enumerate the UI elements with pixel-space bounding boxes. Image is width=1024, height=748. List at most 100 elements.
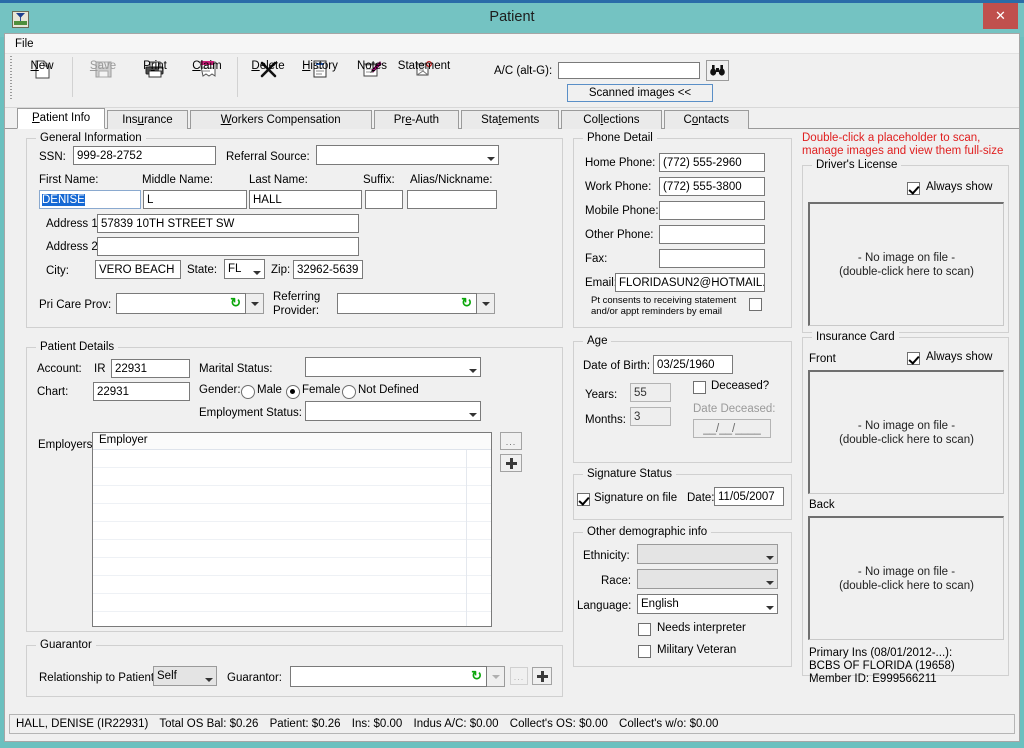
zip-label: Zip: — [271, 264, 290, 276]
guarantor-combo[interactable]: ↻ — [290, 666, 505, 687]
account-input[interactable]: 22931 — [111, 359, 190, 378]
window-top-accent — [0, 0, 1024, 3]
relationship-select[interactable]: Self — [153, 666, 217, 686]
mobile-phone-input[interactable] — [659, 201, 765, 220]
tab-insurance[interactable]: Insurance — [107, 110, 188, 129]
tab-patient-info[interactable]: Patient Info — [17, 108, 105, 129]
close-button[interactable]: ✕ — [983, 3, 1018, 29]
city-input[interactable]: VERO BEACH — [95, 260, 181, 279]
marital-status-select[interactable] — [305, 357, 481, 377]
list-item[interactable] — [93, 540, 491, 558]
menu-item-file[interactable]: File — [5, 36, 42, 52]
gender-radio-not-defined[interactable] — [342, 385, 356, 399]
insurance-front-placeholder-line1: - No image on file - — [858, 419, 955, 433]
state-select[interactable]: FL — [224, 259, 265, 279]
statement-button[interactable]: Statement — [398, 54, 450, 80]
tab-collections[interactable]: Collections — [561, 110, 661, 129]
gender-radio-male[interactable] — [241, 385, 255, 399]
signature-on-file-checkbox[interactable] — [577, 493, 590, 506]
dob-input[interactable]: 03/25/1960 — [653, 355, 733, 374]
tab-statements[interactable]: Statements — [461, 110, 559, 129]
scanned-images-button[interactable]: Scanned images << — [567, 84, 713, 102]
list-item[interactable] — [93, 486, 491, 504]
history-button[interactable]: History — [294, 54, 346, 80]
drivers-license-always-show-checkbox[interactable] — [907, 182, 920, 195]
ssn-input[interactable]: 999-28-2752 — [73, 146, 216, 165]
chevron-down-icon[interactable] — [246, 293, 264, 314]
refresh-icon[interactable]: ↻ — [461, 296, 472, 310]
employers-add-button[interactable] — [500, 454, 522, 472]
deceased-checkbox[interactable] — [693, 381, 706, 394]
ethnicity-select[interactable] — [637, 544, 778, 564]
toolbar-grip[interactable] — [8, 56, 14, 100]
employers-listbox[interactable]: Employer — [92, 432, 492, 627]
list-item[interactable] — [93, 612, 491, 627]
save-button[interactable]: Save — [77, 54, 129, 80]
race-select[interactable] — [637, 569, 778, 589]
tab-pre-auth[interactable]: Pre-Auth — [374, 110, 459, 129]
referral-source-select[interactable] — [316, 145, 499, 165]
tab-contacts[interactable]: Contacts — [664, 110, 749, 129]
first-name-input[interactable]: DENISE — [39, 190, 141, 209]
guarantor-add-button[interactable] — [532, 667, 552, 685]
email-consent-label-line1: Pt consents to receiving statement — [591, 295, 736, 306]
list-item[interactable] — [93, 504, 491, 522]
chevron-down-icon[interactable] — [487, 666, 505, 687]
military-veteran-label: Military Veteran — [657, 644, 736, 656]
email-input[interactable]: FLORIDASUN2@HOTMAIL.COI — [615, 273, 765, 292]
employment-status-select[interactable] — [305, 401, 481, 421]
middle-name-input[interactable]: L — [143, 190, 247, 209]
refresh-icon[interactable]: ↻ — [230, 296, 241, 310]
work-phone-input[interactable]: (772) 555-3800 — [659, 177, 765, 196]
status-ins: Ins: $0.00 — [352, 718, 403, 730]
list-item[interactable] — [93, 522, 491, 540]
ac-input[interactable] — [558, 62, 700, 79]
guarantor-ellipsis-button[interactable]: ... — [510, 667, 528, 685]
last-name-input[interactable]: HALL — [249, 190, 362, 209]
zip-input[interactable]: 32962-5639 — [293, 260, 363, 279]
claim-button[interactable]: Claim — [181, 54, 233, 80]
list-item[interactable] — [93, 594, 491, 612]
guarantor-field[interactable]: ↻ — [290, 666, 487, 687]
referring-provider-combo[interactable]: ↻ — [337, 293, 495, 314]
military-veteran-checkbox[interactable] — [638, 645, 651, 658]
language-select[interactable]: English — [637, 594, 778, 614]
insurance-card-always-show-checkbox[interactable] — [907, 352, 920, 365]
notes-button[interactable]: Notes — [346, 54, 398, 80]
gender-radio-female[interactable] — [286, 385, 300, 399]
pri-care-prov-combo[interactable]: ↻ — [116, 293, 264, 314]
print-button[interactable]: Print — [129, 54, 181, 80]
chevron-down-icon[interactable] — [477, 293, 495, 314]
chart-input[interactable]: 22931 — [93, 382, 190, 401]
signature-date-input[interactable]: 11/05/2007 — [714, 487, 784, 506]
tab-workers-compensation[interactable]: Workers Compensation — [190, 110, 372, 129]
list-item[interactable] — [93, 468, 491, 486]
insurance-card-front-placeholder[interactable]: - No image on file - (double-click here … — [808, 370, 1004, 494]
insurance-card-back-placeholder[interactable]: - No image on file - (double-click here … — [808, 516, 1004, 640]
binoculars-icon[interactable] — [706, 60, 729, 81]
new-button[interactable]: New — [16, 54, 68, 80]
employers-ellipsis-button[interactable]: ... — [500, 432, 522, 450]
list-item[interactable] — [93, 576, 491, 594]
refresh-icon[interactable]: ↻ — [471, 669, 482, 683]
needs-interpreter-checkbox[interactable] — [638, 623, 651, 636]
fax-input[interactable] — [659, 249, 765, 268]
home-phone-input[interactable]: (772) 555-2960 — [659, 153, 765, 172]
status-patient-bal: Patient: $0.26 — [270, 718, 341, 730]
address2-input[interactable] — [97, 237, 359, 256]
other-demographic-title: Other demographic info — [583, 526, 711, 538]
list-item[interactable] — [93, 558, 491, 576]
address1-input[interactable]: 57839 10TH STREET SW — [97, 214, 359, 233]
referring-provider-field[interactable]: ↻ — [337, 293, 477, 314]
suffix-input[interactable] — [365, 190, 403, 209]
list-item[interactable] — [93, 450, 491, 468]
first-name-value: DENISE — [42, 194, 85, 206]
email-consent-checkbox[interactable] — [749, 298, 762, 311]
delete-button[interactable]: Delete — [242, 54, 294, 80]
pri-care-prov-field[interactable]: ↻ — [116, 293, 246, 314]
alias-input[interactable] — [407, 190, 497, 209]
date-deceased-input[interactable]: __/__/____ — [693, 419, 771, 438]
drivers-license-image-placeholder[interactable]: - No image on file - (double-click here … — [808, 202, 1004, 326]
other-phone-input[interactable] — [659, 225, 765, 244]
tab-content-patient-info: General Information SSN: 999-28-2752 Ref… — [5, 129, 1019, 741]
